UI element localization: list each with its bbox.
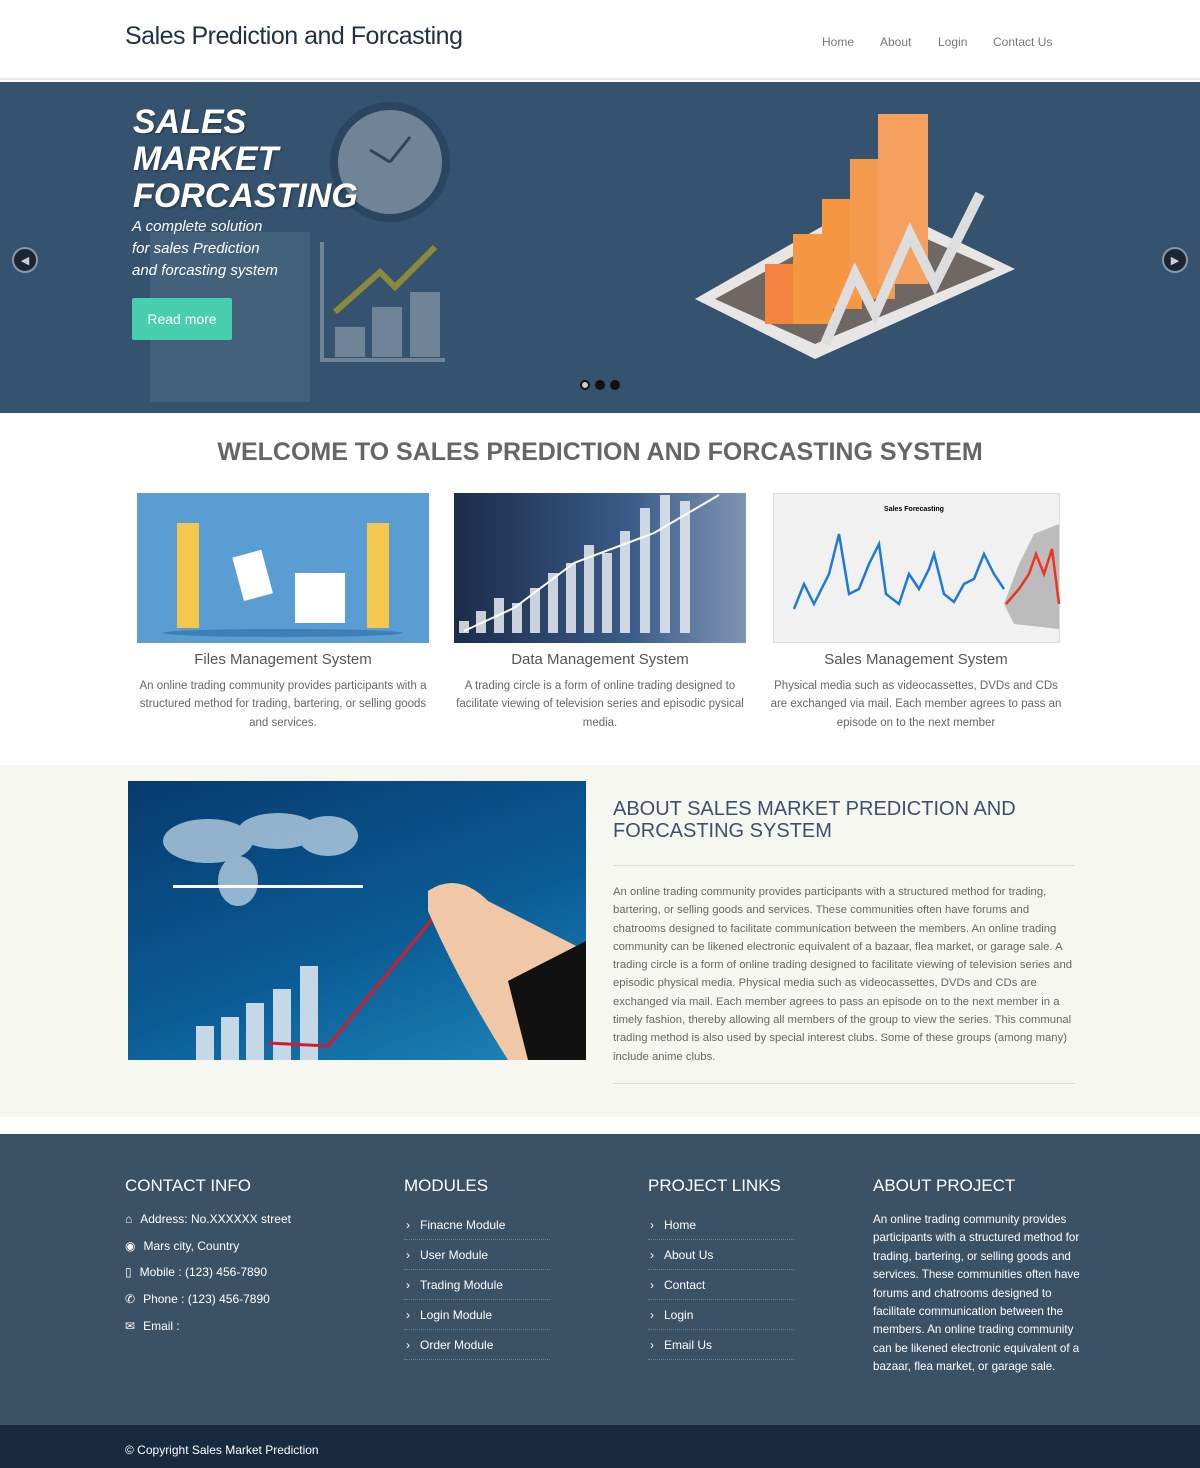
contact-phone: ✆ Phone : (123) 456-7890 — [125, 1292, 270, 1306]
modules-title: MODULES — [404, 1176, 489, 1195]
project-links-list: › Home › About Us › Contact › Login › Email U… — [648, 1210, 794, 1360]
read-more-button[interactable]: Read more — [132, 298, 232, 340]
card-title-data: Data Management System — [511, 651, 689, 668]
phone-icon: ✆ — [125, 1292, 136, 1306]
contact-info-title: CONTACT INFO — [125, 1176, 251, 1195]
chevron-left-icon: ◀ — [20, 254, 30, 267]
nav-contact[interactable]: Contact Us — [993, 35, 1052, 49]
about-project-title: ABOUT PROJECT — [873, 1176, 1016, 1195]
mobile-icon: ▯ — [125, 1265, 132, 1279]
chevron-right-icon: › — [650, 1247, 654, 1262]
contact-city: ◉ Mars city, Country — [125, 1239, 240, 1253]
chevron-right-icon: › — [650, 1337, 654, 1352]
module-link-user[interactable]: › User Module — [404, 1240, 550, 1270]
project-links-title: PROJECT LINKS — [648, 1176, 781, 1195]
card-title-sales: Sales Management System — [824, 651, 1008, 668]
chevron-right-icon: › — [406, 1217, 410, 1232]
chevron-right-icon: › — [406, 1337, 410, 1352]
chevron-right-icon: › — [406, 1247, 410, 1262]
card-image-files — [137, 493, 429, 643]
slide-dot-1[interactable] — [580, 380, 590, 390]
footer-link-contact[interactable]: › Contact — [648, 1270, 794, 1300]
divider — [613, 1083, 1075, 1084]
welcome-title: WELCOME TO SALES PREDICTION AND FORCASTI… — [217, 438, 983, 466]
module-link-order[interactable]: › Order Module — [404, 1330, 550, 1360]
chevron-right-icon: ▶ — [1170, 254, 1180, 267]
nav-home[interactable]: Home — [822, 35, 854, 49]
sales-forecasting-chart-label: Sales Forecasting — [884, 506, 944, 513]
site-header: Sales Prediction and Forcasting Home Abo… — [0, 0, 1200, 80]
slide-dot-2[interactable] — [595, 380, 605, 390]
card-title-files: Files Management System — [194, 651, 372, 668]
contact-email: ✉ Email : — [125, 1319, 180, 1333]
module-link-finance[interactable]: › Finacne Module — [404, 1210, 550, 1240]
slide-dot-3[interactable] — [610, 380, 620, 390]
prev-slide-button[interactable]: ◀ — [12, 247, 38, 273]
card-image-sales-chart: Sales Forecasting — [773, 493, 1061, 643]
card-text-files: An online trading community provides par… — [139, 680, 427, 729]
footer-link-login[interactable]: › Login — [648, 1300, 794, 1330]
chevron-right-icon: › — [406, 1277, 410, 1292]
hero-title: SALES MARKET FORCASTING — [133, 103, 358, 215]
chevron-right-icon: › — [650, 1307, 654, 1322]
chevron-right-icon: › — [650, 1217, 654, 1232]
hero-slider: SALES MARKET FORCASTING A complete solutio… — [0, 82, 1200, 413]
card-image-data — [454, 493, 746, 643]
module-link-login[interactable]: › Login Module — [404, 1300, 550, 1330]
contact-mobile: ▯ Mobile : (123) 456-7890 — [125, 1265, 268, 1279]
footer-link-email[interactable]: › Email Us — [648, 1330, 794, 1360]
site-footer: CONTACT INFO ⌂ Address: No.XXXXXX street … — [0, 1134, 1200, 1425]
footer-link-about[interactable]: › About Us — [648, 1240, 794, 1270]
card-text-data: A trading circle is a form of online tra… — [456, 680, 744, 729]
chevron-right-icon: › — [650, 1277, 654, 1292]
hero-bar-chart-illustration — [695, 114, 1015, 359]
modules-list: › Finacne Module › User Module › Trading Mo… — [404, 1210, 550, 1360]
home-icon: ⌂ — [125, 1212, 133, 1226]
brand-logo[interactable]: Sales Prediction and Forcasting — [125, 22, 463, 51]
about-image — [128, 781, 586, 1060]
card-text-sales: Physical media such as videocassettes, D… — [770, 680, 1062, 729]
about-project-text: An online trading community provides par… — [873, 1213, 1080, 1374]
nav-about[interactable]: About — [880, 35, 911, 49]
next-slide-button[interactable]: ▶ — [1162, 247, 1188, 273]
footer-link-home[interactable]: › Home — [648, 1210, 794, 1240]
module-link-trading[interactable]: › Trading Module — [404, 1270, 550, 1300]
envelope-icon: ✉ — [125, 1319, 136, 1333]
hero-subtitle: A complete solution for sales Prediction a… — [132, 218, 278, 279]
nav-login[interactable]: Login — [938, 35, 967, 49]
contact-address: ⌂ Address: No.XXXXXX street — [125, 1212, 291, 1226]
globe-icon: ◉ — [125, 1239, 136, 1253]
about-section: ABOUT SALES MARKET PREDICTION AND FORCAS… — [0, 765, 1200, 1117]
chevron-right-icon: › — [406, 1307, 410, 1322]
copyright-text: © Copyright Sales Market Prediction — [125, 1443, 319, 1457]
copyright-bar: © Copyright Sales Market Prediction — [0, 1425, 1200, 1468]
about-text: An online trading community provides par… — [613, 886, 1073, 1063]
divider — [613, 865, 1075, 866]
about-title: ABOUT SALES MARKET PREDICTION AND FORCAS… — [613, 798, 1016, 842]
